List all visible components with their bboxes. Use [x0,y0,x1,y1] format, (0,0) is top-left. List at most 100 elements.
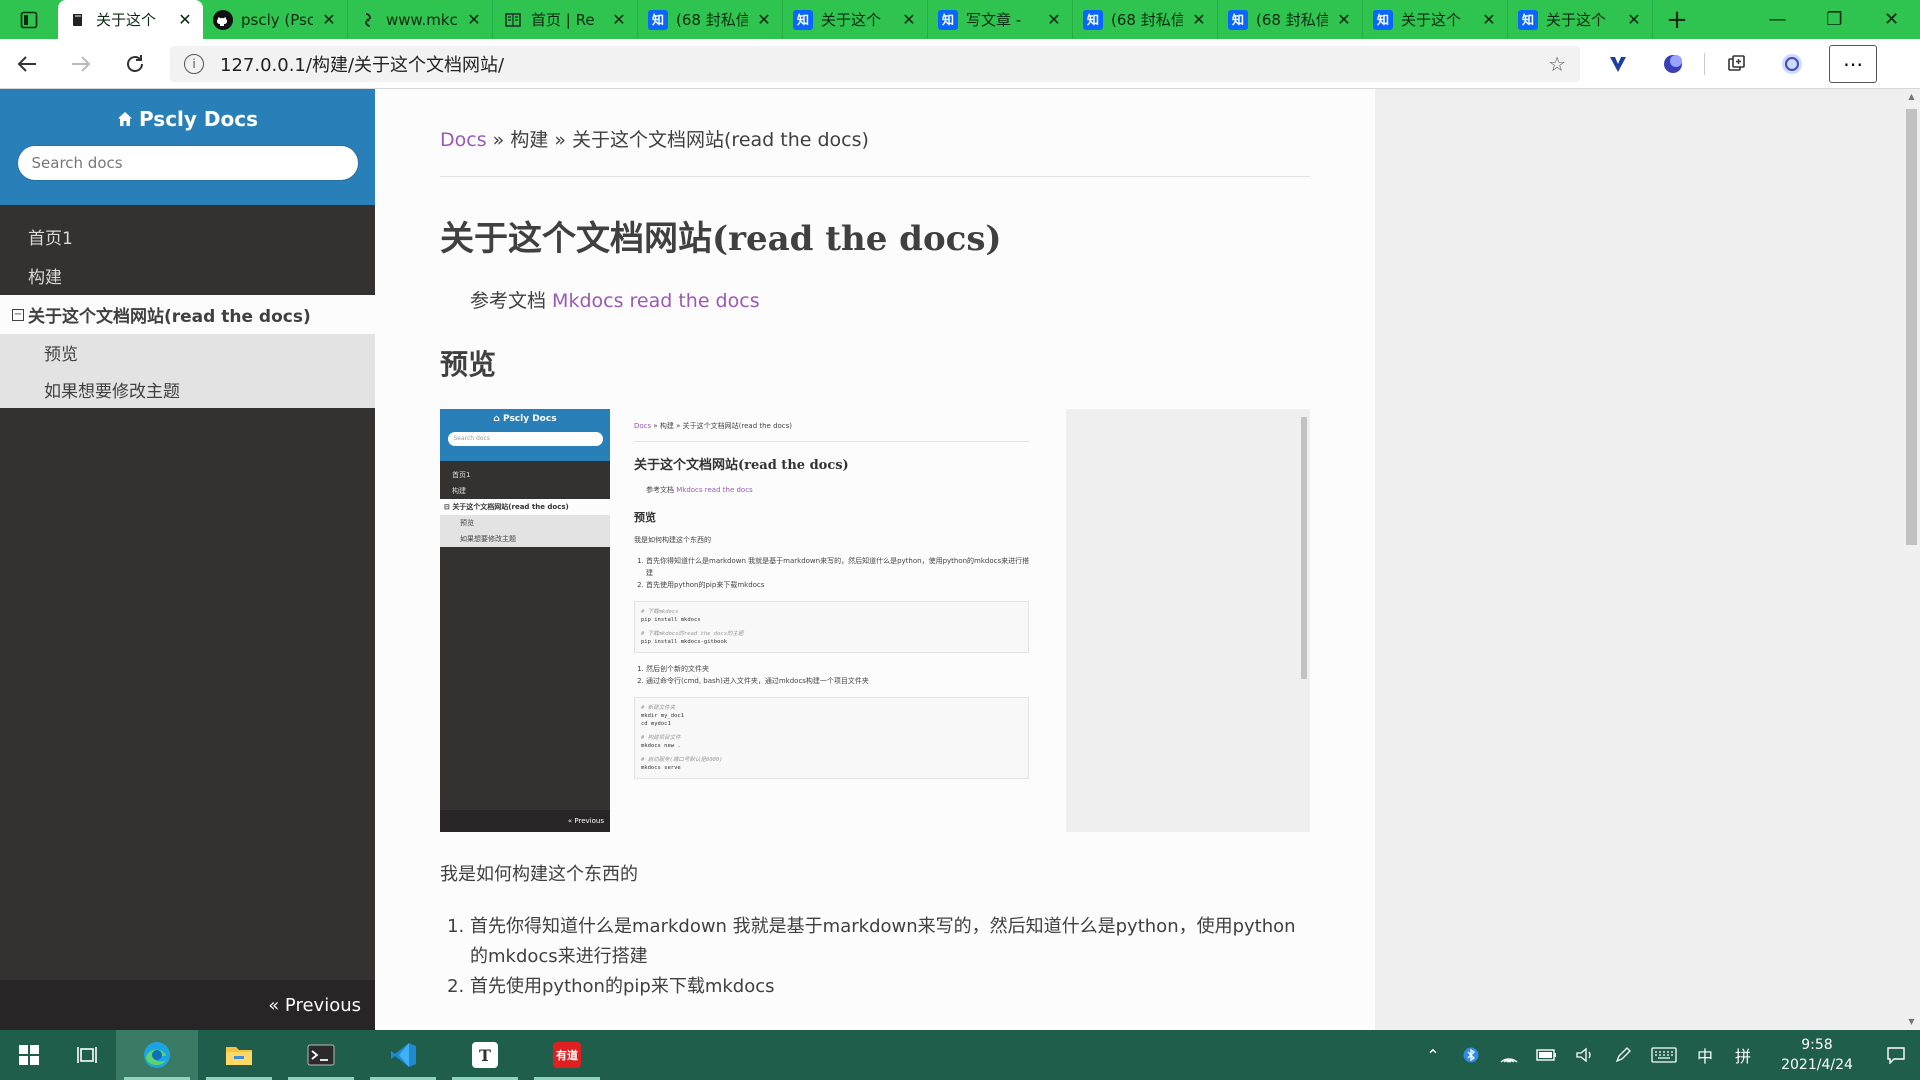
brand-title[interactable]: Pscly Docs [139,107,258,131]
close-tab-icon[interactable]: ✕ [1481,10,1497,29]
collapse-toggle-icon[interactable]: − [12,308,24,321]
tab-title[interactable]: www.mkc [386,11,458,29]
system-clock[interactable]: 9:58 2021/4/24 [1762,1035,1872,1075]
tab-title[interactable]: 关于这个 [96,9,169,30]
close-tab-icon[interactable]: ✕ [466,10,482,29]
sidebar-item-home[interactable]: 首页1 [0,217,375,256]
sidebar-subitem-preview[interactable]: 预览 [0,334,375,371]
close-tab-icon[interactable]: ✕ [611,10,627,29]
taskbar-edge[interactable] [116,1030,198,1080]
page-scrollbar[interactable]: ▲ ▼ [1903,89,1920,1030]
mini-gray-area [1066,409,1310,832]
browser-tab[interactable]: 知写文章 - ✕ [928,0,1073,39]
scrollbar-thumb[interactable] [1906,109,1917,545]
tab-title[interactable]: (68 封私信 [1111,9,1183,30]
network-icon[interactable] [1490,1047,1528,1063]
close-tab-icon[interactable]: ✕ [321,10,337,29]
extension-moon-icon[interactable] [1645,39,1700,89]
build-steps-list: 首先你得知道什么是markdown 我就是基于markdown来写的，然后知道什… [440,912,1310,1002]
tab-title[interactable]: 首页 | Re [531,9,603,30]
browser-tab[interactable]: pscly (Psc ✕ [203,0,348,39]
mini-ref-link: Mkdocs read the docs [676,486,753,494]
mkdocs-link[interactable]: Mkdocs read the docs [552,290,760,312]
new-tab-button[interactable]: + [1653,0,1701,39]
sidebar-subitem-theme[interactable]: 如果想要修改主题 [0,371,375,408]
pen-workspace-icon[interactable] [1604,1046,1642,1064]
info-icon[interactable]: i [184,53,204,74]
browser-tab[interactable]: 知关于这个 ✕ [1363,0,1508,39]
mini-sidebar-header: ⌂ Pscly Docs Search docs [440,409,610,461]
clock-date: 2021/4/24 [1781,1057,1853,1073]
preview-screenshot-image: ⌂ Pscly Docs Search docs 首页1 构建 ⊟ 关于这个文档… [440,409,1310,832]
tab-title[interactable]: 关于这个 [821,9,893,30]
browser-tab[interactable]: 首页 | Re ✕ [493,0,638,39]
scroll-down-arrow-icon[interactable]: ▼ [1903,1014,1920,1030]
taskbar-typora[interactable]: T [444,1030,526,1080]
zhihu-icon: 知 [1083,9,1103,30]
close-tab-icon[interactable]: ✕ [177,10,193,29]
close-tab-icon[interactable]: ✕ [756,10,772,29]
refresh-button[interactable] [108,39,162,89]
browser-tab[interactable]: 知关于这个 ✕ [783,0,928,39]
touch-keyboard-icon[interactable] [1642,1047,1686,1063]
extension-v-icon[interactable] [1590,39,1645,89]
mini-list-item: 首先使用python的pip来下载mkdocs [646,579,1030,591]
browser-tab[interactable]: 知 (68 封私信 ✕ [638,0,783,39]
tab-title[interactable]: pscly (Psc [241,11,313,29]
tab-title[interactable]: (68 封私信 [1256,9,1328,30]
tab-title[interactable]: 关于这个 [1546,9,1618,30]
restore-button[interactable]: ❐ [1806,0,1863,39]
settings-more-button[interactable]: ⋯ [1829,44,1877,83]
previous-link[interactable]: « Previous [0,980,375,1030]
tab-title[interactable]: 写文章 - [966,9,1038,30]
brand-link[interactable]: Pscly Docs [0,107,375,131]
browser-tab[interactable]: 知关于这个 ✕ [1508,0,1653,39]
reference-prefix: 参考文档 [470,290,553,312]
taskbar-youdao[interactable]: 有道 [526,1030,608,1080]
browser-tab[interactable]: 知 (68 封私信 ✕ [1073,0,1218,39]
tab-title[interactable]: (68 封私信 [676,9,748,30]
browser-tab[interactable]: 知 (68 封私信 ✕ [1218,0,1363,39]
minimize-button[interactable]: — [1749,0,1806,39]
tab-title[interactable]: 关于这个 [1401,9,1473,30]
close-tab-icon[interactable]: ✕ [1191,10,1207,29]
sidebar-current-label[interactable]: 关于这个文档网站(read the docs) [28,302,311,327]
browser-tab[interactable]: www.mkc ✕ [348,0,493,39]
close-window-button[interactable]: ✕ [1863,0,1920,39]
task-view-button[interactable] [58,1030,116,1080]
home-icon [117,112,132,126]
volume-icon[interactable] [1566,1047,1604,1063]
taskbar-terminal[interactable] [280,1030,362,1080]
close-tab-icon[interactable]: ✕ [1626,10,1642,29]
sidebar-item-build[interactable]: 构建 [0,256,375,295]
zhihu-icon: 知 [793,9,813,30]
taskbar-vscode[interactable] [362,1030,444,1080]
scroll-up-arrow-icon[interactable]: ▲ [1903,89,1920,105]
ime-mode-indicator[interactable]: 中 [1686,1043,1724,1067]
profile-avatar-icon[interactable] [1764,39,1819,89]
browser-tab[interactable]: 关于这个 ✕ [58,0,203,39]
add-favorite-icon[interactable]: ☆ [1548,52,1566,76]
breadcrumb-docs-link[interactable]: Docs [440,129,487,151]
url-text[interactable]: 127.0.0.1/构建/关于这个文档网站/ [220,51,1532,77]
start-button[interactable] [0,1030,58,1080]
show-hidden-icons-chevron-icon[interactable]: ⌃ [1414,1046,1452,1065]
forward-button[interactable] [54,39,108,89]
taskbar-file-explorer[interactable] [198,1030,280,1080]
tab-actions-icon[interactable] [0,0,58,39]
bluetooth-tray-icon[interactable] [1452,1047,1490,1063]
mini-item-current: ⊟ 关于这个文档网站(read the docs) [440,499,610,515]
ime-pinyin-indicator[interactable]: 拼 [1724,1043,1762,1067]
url-field[interactable]: i 127.0.0.1/构建/关于这个文档网站/ ☆ [170,45,1580,82]
collections-icon[interactable] [1709,39,1764,89]
sidebar-item-current[interactable]: − 关于这个文档网站(read the docs) [0,295,375,334]
mini-brand: ⌂ Pscly Docs [493,414,557,424]
close-tab-icon[interactable]: ✕ [901,10,917,29]
close-tab-icon[interactable]: ✕ [1046,10,1062,29]
search-docs-input[interactable]: Search docs [16,145,359,181]
back-button[interactable] [0,39,54,89]
action-center-button[interactable] [1872,1046,1920,1064]
battery-icon[interactable] [1528,1048,1566,1062]
close-tab-icon[interactable]: ✕ [1336,10,1352,29]
mini-scroll-thumb [1301,417,1307,679]
